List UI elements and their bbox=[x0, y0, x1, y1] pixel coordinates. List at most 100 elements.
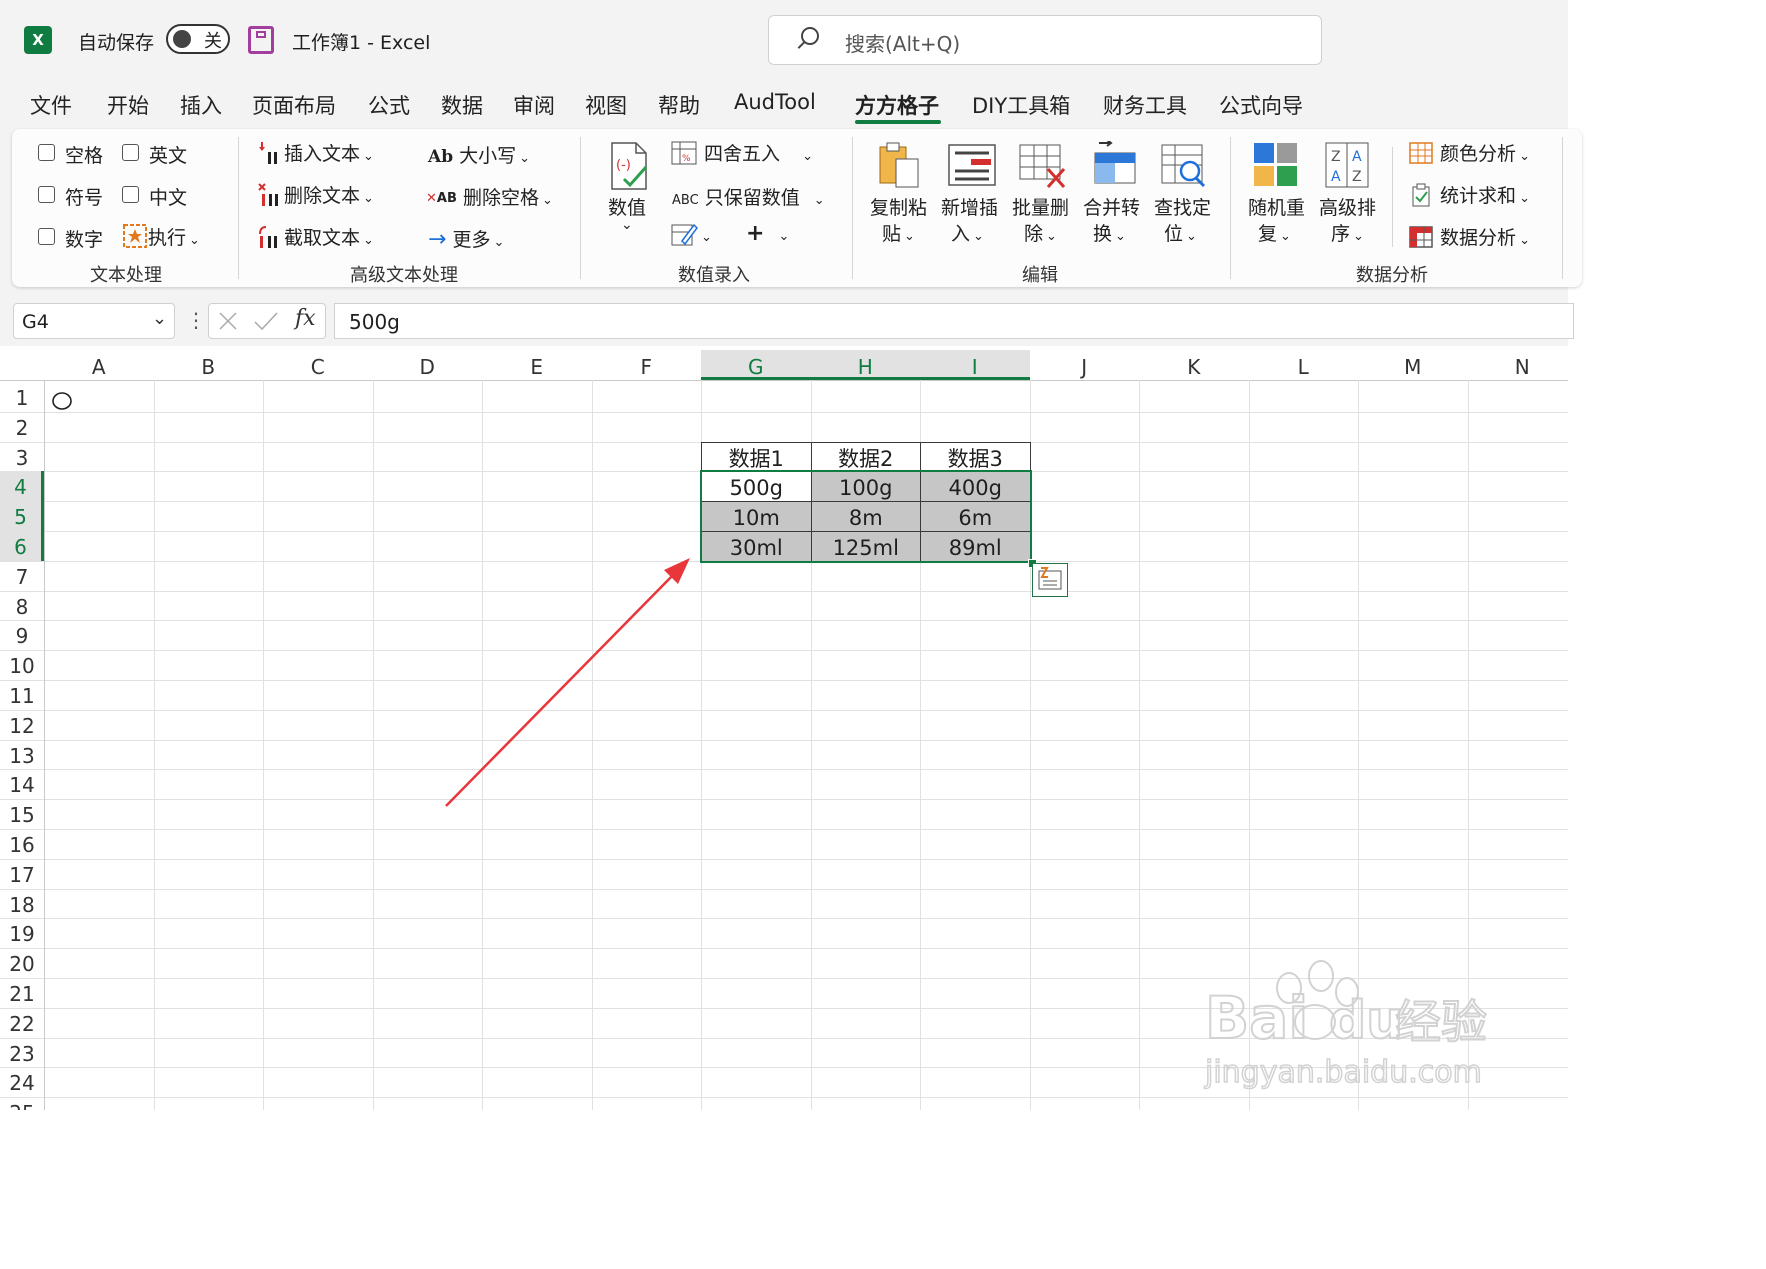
group-label-text-processing: 文本处理 bbox=[90, 265, 162, 286]
tab-page-layout[interactable]: 页面布局 bbox=[252, 90, 336, 120]
tab-finance-tools[interactable]: 财务工具 bbox=[1103, 90, 1187, 120]
batch-delete-label-2: 除 ⌄ bbox=[1024, 223, 1057, 245]
cancel-icon[interactable] bbox=[217, 310, 239, 332]
spreadsheet-grid[interactable]: ABCDEFGHIJKLMN 1 2 3 4 5 6 7 8 9 10 11 12 13 14 15 16 17… bbox=[0, 350, 1568, 1110]
tab-review[interactable]: 审阅 bbox=[513, 90, 555, 120]
find-locate-button[interactable]: 查找定 位 ⌄ bbox=[1154, 141, 1216, 261]
merge-convert-label: 合并转 bbox=[1083, 197, 1141, 219]
more-button[interactable]: → 更多 ⌄ bbox=[428, 225, 504, 252]
svg-text:Z: Z bbox=[1352, 169, 1362, 185]
batch-delete-button[interactable]: 批量删 除 ⌄ bbox=[1012, 141, 1074, 261]
checkbox-english-label: 英文 bbox=[149, 145, 188, 167]
formula-input[interactable]: 500g bbox=[334, 303, 1574, 339]
merge-convert-button[interactable]: 合并转 换 ⌄ bbox=[1083, 139, 1145, 261]
color-analysis-icon bbox=[1409, 142, 1433, 164]
insert-function-icon[interactable]: fx bbox=[295, 306, 316, 331]
name-box-value: G4 bbox=[22, 311, 49, 333]
stat-sum-label: 统计求和 bbox=[1440, 185, 1517, 207]
tab-home[interactable]: 开始 bbox=[107, 90, 149, 120]
checkbox-english[interactable] bbox=[122, 144, 139, 161]
data-analysis-icon bbox=[1409, 226, 1433, 248]
color-analysis-label: 颜色分析 bbox=[1440, 143, 1517, 165]
color-analysis-button[interactable]: 颜色分析 ⌄ bbox=[1408, 139, 1530, 166]
svg-text:经验: 经验 bbox=[1395, 995, 1487, 1049]
chevron-down-icon: ⌄ bbox=[701, 230, 712, 245]
group-divider bbox=[852, 137, 853, 279]
insert-text-button[interactable]: 插入文本 ⌄ bbox=[258, 139, 374, 166]
checkbox-symbol-label: 符号 bbox=[65, 187, 104, 209]
chevron-down-icon: ⌄ bbox=[802, 149, 813, 164]
tab-formula-wizard[interactable]: 公式向导 bbox=[1219, 90, 1303, 120]
delete-space-button[interactable]: ✕AB 删除空格 ⌄ bbox=[426, 183, 553, 210]
chevron-down-icon[interactable]: ⌄ bbox=[152, 308, 167, 329]
chevron-down-icon: ⌄ bbox=[813, 193, 825, 208]
chevron-down-icon: ⌄ bbox=[493, 235, 505, 250]
confirm-icon[interactable] bbox=[253, 310, 279, 332]
group-divider bbox=[1392, 147, 1393, 247]
tab-help[interactable]: 帮助 bbox=[658, 90, 700, 120]
keep-value-label: 只保留数值 bbox=[704, 187, 800, 209]
execute-icon bbox=[123, 224, 147, 248]
search-icon bbox=[801, 27, 819, 45]
random-repeat-button[interactable]: 随机重 复 ⌄ bbox=[1248, 141, 1310, 261]
checkbox-space[interactable] bbox=[38, 144, 55, 161]
delete-text-button[interactable]: 删除文本 ⌄ bbox=[258, 181, 374, 208]
data-analysis-button[interactable]: 数据分析 ⌄ bbox=[1408, 223, 1530, 250]
save-icon[interactable] bbox=[248, 26, 274, 54]
edit-note-button[interactable]: ⌄ bbox=[670, 221, 712, 247]
group-label-advanced-text: 高级文本处理 bbox=[350, 265, 458, 286]
group-label-data-analysis: 数据分析 bbox=[1356, 265, 1428, 286]
more-options-icon[interactable]: ⋮ bbox=[186, 308, 206, 332]
toggle-knob-icon bbox=[173, 30, 191, 48]
insert-text-label: 插入文本 bbox=[284, 143, 361, 165]
excel-logo-icon: X bbox=[24, 26, 52, 54]
advanced-sort-button[interactable]: ZAAZ 高级排 序 ⌄ bbox=[1319, 141, 1381, 261]
checkbox-space-label: 空格 bbox=[65, 145, 104, 167]
case-button[interactable]: Ab 大小写 ⌄ bbox=[428, 141, 530, 168]
checkbox-chinese[interactable] bbox=[122, 186, 139, 203]
copy-paste-label: 复制粘 bbox=[870, 197, 928, 219]
tab-fangfanggezi[interactable]: 方方格子 bbox=[855, 90, 939, 120]
tab-insert[interactable]: 插入 bbox=[180, 90, 222, 120]
autosave-toggle[interactable]: 关 bbox=[166, 24, 230, 54]
plus-icon: + bbox=[746, 221, 765, 246]
round-button[interactable]: % 四舍五入 ⌄ bbox=[670, 139, 813, 166]
tab-audtool[interactable]: AudTool bbox=[734, 90, 816, 114]
checkbox-number-label: 数字 bbox=[65, 229, 104, 251]
plus-button[interactable]: + ⌄ bbox=[746, 221, 789, 246]
clipboard-icon bbox=[879, 142, 919, 188]
copy-paste-button[interactable]: 复制粘 贴 ⌄ bbox=[870, 141, 932, 261]
merge-convert-label-2: 换 ⌄ bbox=[1093, 223, 1126, 245]
delete-text-icon bbox=[258, 183, 278, 206]
tab-data[interactable]: 数据 bbox=[441, 90, 483, 120]
find-locate-label-2: 位 ⌄ bbox=[1164, 223, 1197, 245]
tab-formulas[interactable]: 公式 bbox=[368, 90, 410, 120]
tab-diy-toolbox[interactable]: DIY工具箱 bbox=[972, 90, 1070, 120]
batch-delete-label: 批量删 bbox=[1012, 197, 1070, 219]
value-label: 数值 bbox=[608, 197, 647, 219]
insert-new-button[interactable]: 新增插 入 ⌄ bbox=[941, 141, 1003, 261]
delete-space-icon: ✕AB bbox=[426, 191, 457, 206]
checkbox-symbol[interactable] bbox=[38, 186, 55, 203]
autosave-label: 自动保存 bbox=[78, 32, 155, 54]
group-divider bbox=[1562, 137, 1563, 279]
keep-value-icon: ABC bbox=[672, 193, 699, 208]
checkbox-number[interactable] bbox=[38, 228, 55, 245]
arrow-right-icon: → bbox=[428, 227, 447, 252]
stat-sum-button[interactable]: 统计求和 ⌄ bbox=[1410, 181, 1530, 208]
random-repeat-icon bbox=[1254, 143, 1297, 186]
search-placeholder: 搜索(Alt+Q) bbox=[845, 32, 961, 56]
data-analysis-label: 数据分析 bbox=[1440, 227, 1517, 249]
extract-text-icon bbox=[259, 226, 277, 248]
name-box[interactable]: G4 ⌄ bbox=[13, 303, 175, 339]
chevron-down-icon: ⌄ bbox=[363, 191, 374, 206]
case-label: 大小写 bbox=[459, 145, 517, 167]
tab-view[interactable]: 视图 bbox=[585, 90, 627, 120]
value-button[interactable]: (-) 数值 ⌄ bbox=[606, 141, 656, 251]
execute-button[interactable]: 执行 ⌄ bbox=[122, 223, 200, 250]
keep-value-button[interactable]: ABC 只保留数值 ⌄ bbox=[672, 183, 825, 210]
active-tab-indicator bbox=[855, 120, 941, 124]
tab-file[interactable]: 文件 bbox=[30, 90, 72, 120]
search-box[interactable]: 搜索(Alt+Q) bbox=[768, 15, 1322, 65]
extract-text-button[interactable]: 截取文本 ⌄ bbox=[258, 223, 374, 250]
